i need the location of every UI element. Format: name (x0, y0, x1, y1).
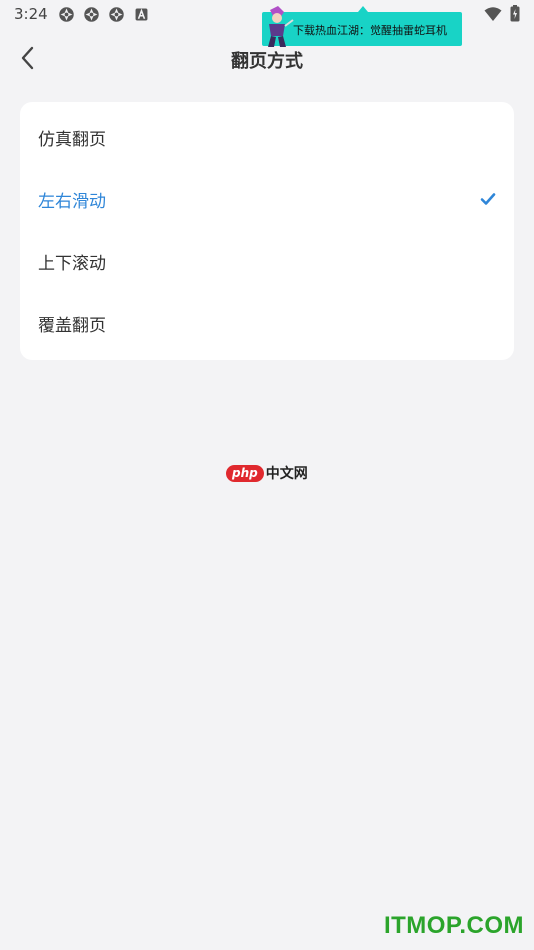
ad-pointer (358, 6, 368, 12)
watermark: ITMOP.COM (383, 912, 524, 939)
php-logo-text: 中文网 (265, 466, 308, 482)
app-notification-icon (108, 6, 124, 22)
a-notification-icon (135, 7, 148, 20)
header: 翻页方式 (0, 34, 534, 82)
app-notification-icon (58, 6, 74, 22)
php-badge: php (226, 464, 264, 482)
wifi-icon (484, 6, 502, 21)
option-label: 仿真翻页 (38, 129, 106, 150)
page-turn-options-card: 仿真翻页 左右滑动 上下滚动 覆盖翻页 (20, 102, 514, 360)
option-cover[interactable]: 覆盖翻页 (20, 292, 514, 354)
option-slide-horizontal[interactable]: 左右滑动 (20, 168, 514, 230)
notification-icons (58, 6, 150, 23)
option-scroll-vertical[interactable]: 上下滚动 (20, 230, 514, 292)
app-notification-icon (83, 6, 99, 22)
battery-icon (510, 5, 520, 22)
system-icons (484, 5, 520, 22)
php-logo: php 中文网 (226, 463, 308, 483)
option-label: 上下滚动 (38, 253, 106, 274)
status-time: 3:24 (14, 5, 48, 23)
page-title: 翻页方式 (231, 51, 303, 72)
check-icon (480, 193, 496, 205)
option-simulation[interactable]: 仿真翻页 (20, 106, 514, 168)
option-label: 左右滑动 (38, 191, 106, 212)
option-label: 覆盖翻页 (38, 315, 106, 336)
